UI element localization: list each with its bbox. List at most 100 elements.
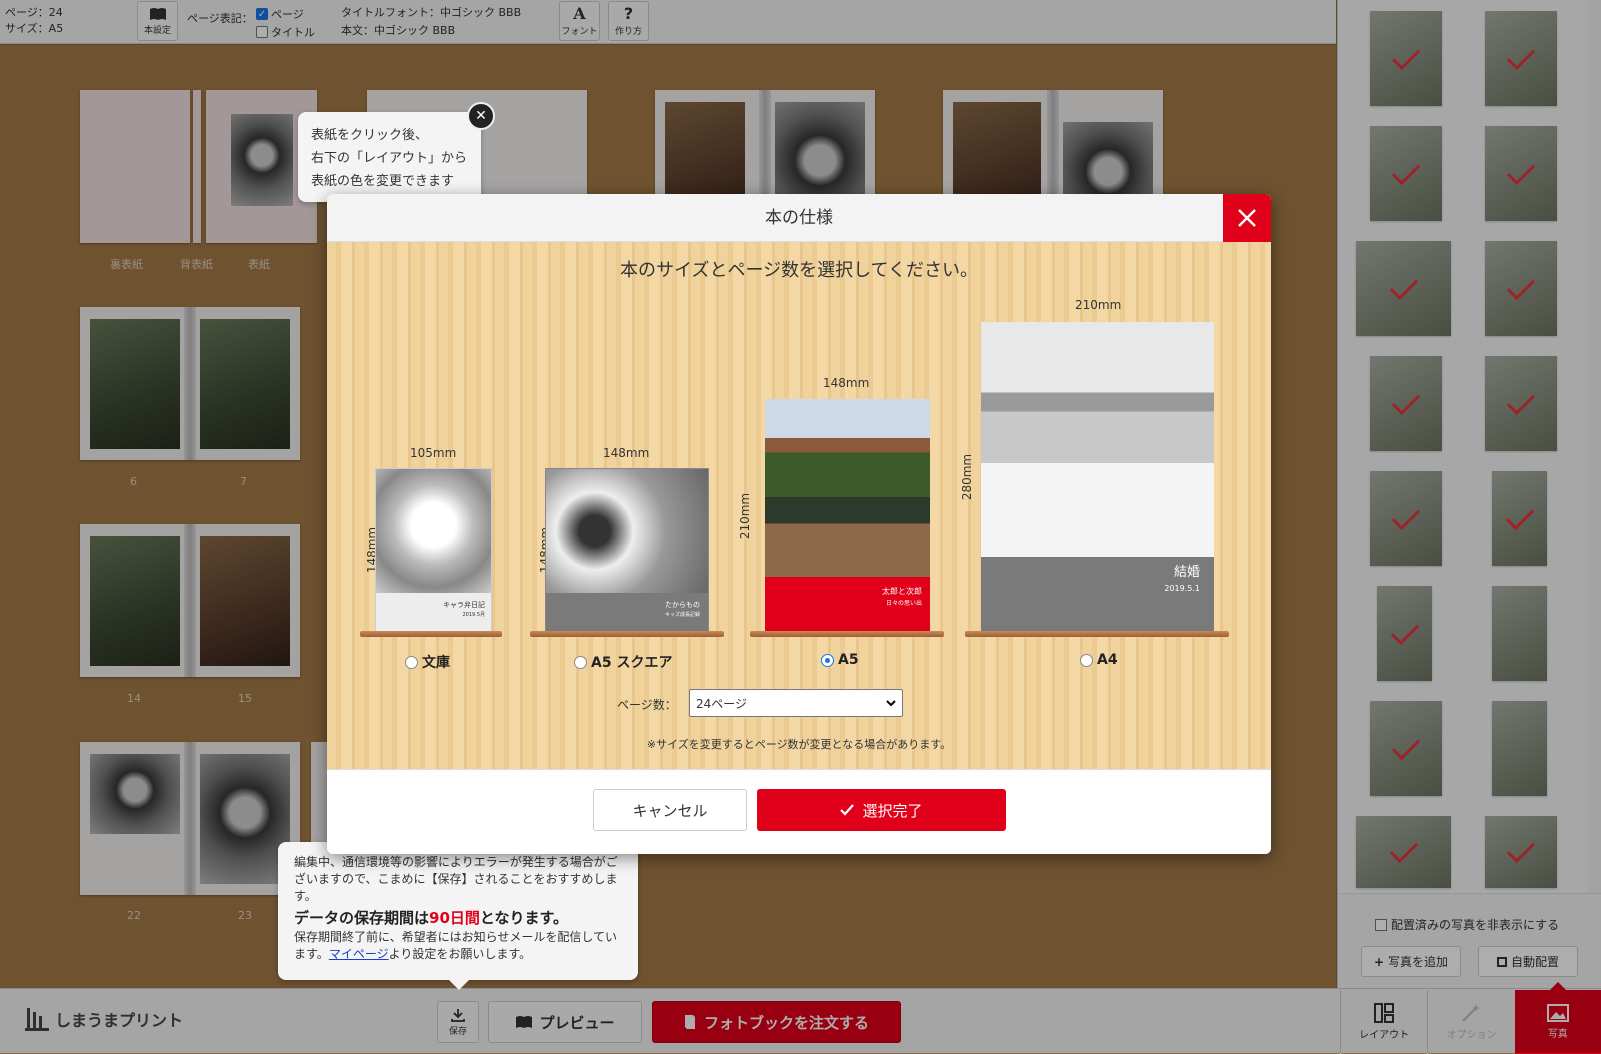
checkbox-unchecked-icon[interactable] [256, 26, 268, 38]
photo-thumbnail[interactable] [1485, 241, 1557, 336]
auto-place-label: 自動配置 [1510, 955, 1559, 969]
radio-unchecked-icon[interactable] [1080, 653, 1093, 667]
checkbox-checked-icon[interactable]: ✓ [256, 8, 268, 20]
width-label: 148mm [603, 446, 650, 460]
preview-button[interactable]: プレビュー [488, 1001, 642, 1043]
page-number: 22 [127, 909, 141, 922]
shelf [750, 631, 944, 637]
photo-thumbnail[interactable] [1356, 241, 1451, 336]
size-option-bunko[interactable]: 文庫 [405, 652, 450, 672]
cancel-button[interactable]: キャンセル [593, 789, 747, 831]
thumbnail-scrollbar[interactable] [1588, 0, 1601, 893]
save-tip-days: 90日間 [429, 909, 480, 927]
photo-thumbnail[interactable] [1370, 126, 1442, 221]
howto-button-label: 作り方 [614, 26, 642, 37]
page-number-toggle[interactable]: ✓ ページ [256, 6, 304, 22]
bunko-cover-text: キャラ弁日記 2019.5月 [443, 600, 485, 620]
a4-book-sample[interactable]: 結婚 2019.5.1 [981, 322, 1214, 632]
hide-placed-toggle[interactable]: 配置済みの写真を非表示にする [1375, 916, 1559, 933]
tab-layout[interactable]: レイアウト [1340, 990, 1427, 1054]
save-tip-notice-suffix: より設定をお願いします。 [388, 947, 532, 961]
photo-thumbnail[interactable] [1485, 11, 1557, 106]
page-count-label: ページ数： [617, 698, 677, 712]
size-option-a5[interactable]: A5 [821, 652, 859, 668]
photo-thumbnail[interactable] [1370, 11, 1442, 106]
spread-6-7[interactable] [80, 307, 300, 460]
a5-cover-photo [765, 399, 930, 577]
cover-label-spine: 背表紙 [180, 258, 213, 271]
page-number: 14 [127, 692, 141, 705]
photo-thumbnail[interactable] [1485, 356, 1557, 451]
placed-check-icon [1390, 616, 1419, 645]
a4-cover-subtitle: 2019.5.1 [1164, 584, 1200, 593]
photo-thumbnail[interactable] [1370, 471, 1442, 566]
order-button[interactable]: フォトブックを注文する [652, 1001, 901, 1043]
spread-22-23[interactable] [80, 742, 300, 895]
size-option-a5-square[interactable]: A5 スクエア [574, 652, 672, 672]
photo-thumbnail[interactable] [1370, 701, 1442, 796]
spine[interactable] [193, 90, 201, 243]
download-icon [451, 1008, 465, 1022]
confirm-button[interactable]: 選択完了 [757, 789, 1006, 831]
panel-tabs: レイアウト オプション 写真 [1340, 982, 1601, 1054]
top-toolbar: ページ：24 サイズ：A5 本設定 ページ表記： ✓ ページ タイトル タイトル… [0, 0, 1336, 44]
photo-thumbnail[interactable] [1377, 586, 1432, 681]
tab-option[interactable]: オプション [1427, 990, 1514, 1054]
add-photo-button[interactable]: + 写真を追加 [1361, 946, 1461, 977]
shimauma-logo-icon [25, 1008, 49, 1031]
dialog-header: 本の仕様 [327, 194, 1271, 242]
size-change-note: ※サイズを変更するとページ数が変更となる場合があります。 [646, 738, 952, 751]
book-settings-button[interactable]: 本設定 [137, 1, 178, 41]
radio-checked-icon[interactable] [821, 653, 834, 667]
cover-tip-close-button[interactable]: ✕ [467, 102, 495, 130]
plus-icon: + [1373, 954, 1385, 969]
dialog-title: 本の仕様 [765, 208, 833, 228]
photo-thumbnail[interactable] [1370, 356, 1442, 451]
back-cover[interactable] [80, 90, 190, 243]
photo-panel: 配置済みの写真を非表示にする + 写真を追加 自動配置 [1337, 0, 1601, 1053]
mypage-link[interactable]: マイページ [329, 947, 389, 961]
bunko-book-sample[interactable]: キャラ弁日記 2019.5月 [375, 468, 492, 632]
spread-photo [200, 754, 290, 884]
a4-cover-title: 結婚 [1173, 565, 1200, 580]
cover-tip-line: 表紙をクリック後、 [311, 128, 429, 143]
radio-unchecked-icon[interactable] [405, 655, 418, 669]
placed-check-icon [1505, 501, 1534, 530]
a5-cover-subtitle: 日々の思い出 [885, 600, 922, 607]
photo-thumbnail[interactable] [1492, 586, 1547, 681]
cover-tip-line: 右下の「レイアウト」から [311, 151, 468, 166]
size-option-a4[interactable]: A4 [1080, 652, 1118, 668]
a5-square-book-sample[interactable]: たからもの キッズ成長記録 [545, 468, 709, 632]
spread-14-15[interactable] [80, 524, 300, 677]
page-count-select[interactable]: 24ページ [689, 689, 903, 717]
size-option-label: A4 [1097, 652, 1118, 668]
tab-photo[interactable]: 写真 [1514, 982, 1601, 1054]
font-info: タイトルフォント：中ゴシック BBB 本文：中ゴシック BBB [341, 4, 521, 40]
height-label: 210mm [738, 492, 752, 540]
photo-thumbnail[interactable] [1492, 701, 1547, 796]
a5-book-sample[interactable]: 太郎と次郎 日々の思い出 [765, 399, 930, 632]
preview-label: プレビュー [539, 1013, 615, 1032]
photo-thumbnail[interactable] [1485, 816, 1557, 888]
title-toggle[interactable]: タイトル [256, 24, 315, 40]
font-button[interactable]: A フォント [559, 1, 600, 41]
dialog-close-button[interactable] [1223, 194, 1271, 242]
howto-button[interactable]: ? 作り方 [608, 1, 649, 41]
photo-thumbnail[interactable] [1356, 816, 1451, 888]
checkbox-unchecked-icon[interactable] [1375, 918, 1387, 931]
check-icon [840, 804, 855, 816]
save-button[interactable]: 保存 [437, 1001, 479, 1043]
book-icon [149, 7, 166, 20]
auto-place-button[interactable]: 自動配置 [1478, 946, 1578, 977]
radio-unchecked-icon[interactable] [574, 655, 587, 669]
magic-wand-icon [1462, 1004, 1481, 1022]
height-label: 280mm [960, 453, 974, 501]
cover-label-front: 表紙 [248, 258, 270, 271]
a4-cover-photo [981, 322, 1214, 557]
tab-pointer-icon [1549, 982, 1566, 990]
photo-thumbnail[interactable] [1485, 126, 1557, 221]
placed-check-icon [1391, 731, 1421, 760]
a5-square-cover-title: たからもの [665, 601, 700, 609]
photo-thumbnail[interactable] [1492, 471, 1547, 566]
font-button-label: フォント [561, 26, 598, 37]
